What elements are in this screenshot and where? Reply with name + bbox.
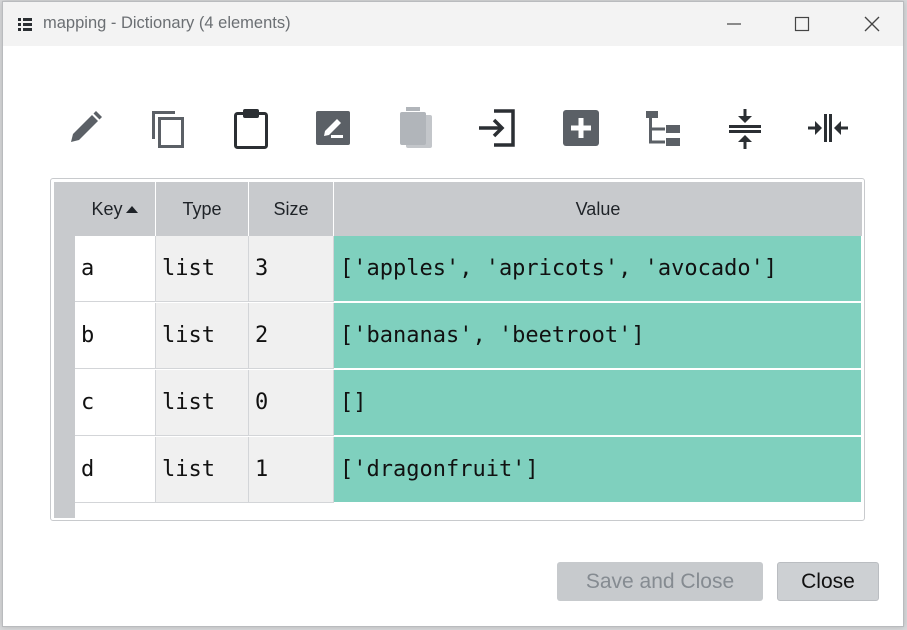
edit-pencil-icon (71, 111, 102, 142)
dictionary-editor-window: mapping - Dictionary (4 elements) Key Ty… (2, 1, 904, 627)
save-and-close-button: Save and Close (557, 562, 763, 601)
header-value[interactable]: Value (334, 182, 862, 236)
cell-type[interactable]: list (156, 236, 249, 302)
paste-clipboard-icon (234, 109, 268, 149)
cell-value[interactable]: ['dragonfruit'] (334, 437, 861, 503)
cell-type[interactable]: list (156, 437, 249, 503)
copy-button[interactable] (143, 102, 191, 154)
collapse-rows-button[interactable] (721, 102, 769, 154)
minimize-button[interactable] (699, 2, 769, 46)
cell-type[interactable]: list (156, 303, 249, 369)
dictionary-icon (18, 18, 32, 31)
header-type[interactable]: Type (156, 182, 249, 236)
minimize-icon (727, 23, 741, 25)
maximize-button[interactable] (767, 2, 837, 46)
close-icon (864, 16, 880, 32)
cell-size[interactable]: 1 (249, 437, 334, 503)
cell-value[interactable]: ['bananas', 'beetroot'] (334, 303, 861, 369)
cell-type[interactable]: list (156, 370, 249, 436)
edit-button[interactable] (61, 102, 109, 154)
title-bar[interactable]: mapping - Dictionary (4 elements) (3, 2, 903, 46)
rename-icon (316, 111, 350, 145)
cell-key[interactable]: b (75, 303, 156, 369)
hierarchy-icon (646, 111, 680, 146)
cell-value[interactable]: ['apples', 'apricots', 'avocado'] (334, 236, 861, 302)
dictionary-table: Key Type Size Value a list 3 ['apples', … (50, 178, 865, 521)
header-size[interactable]: Size (249, 182, 334, 236)
row-header-strip (54, 236, 75, 518)
sort-ascending-icon (125, 206, 138, 213)
rename-button[interactable] (309, 102, 357, 154)
copy-icon (152, 111, 184, 148)
cell-key[interactable]: d (75, 437, 156, 503)
collapse-rows-icon (729, 109, 761, 149)
close-button[interactable]: Close (777, 562, 879, 601)
collapse-columns-icon (808, 114, 848, 142)
window-title: mapping - Dictionary (4 elements) (43, 14, 291, 32)
header-key-label: Key (91, 198, 123, 219)
paste-button[interactable] (227, 102, 275, 154)
remove-button (391, 102, 439, 154)
cell-size[interactable]: 2 (249, 303, 334, 369)
cell-value[interactable]: [] (334, 370, 861, 436)
insert-icon (479, 109, 515, 147)
add-icon (563, 110, 599, 146)
cell-key[interactable]: c (75, 370, 156, 436)
maximize-icon (794, 16, 810, 32)
header-value-label: Value (575, 198, 621, 219)
remove-icon (400, 107, 432, 148)
close-window-button[interactable] (837, 2, 907, 46)
insert-button[interactable] (473, 102, 521, 154)
header-size-label: Size (273, 198, 309, 219)
cell-key[interactable]: a (75, 236, 156, 302)
cell-size[interactable]: 0 (249, 370, 334, 436)
add-button[interactable] (557, 102, 605, 154)
corner-header (54, 182, 75, 236)
hierarchy-button[interactable] (639, 102, 687, 154)
cell-size[interactable]: 3 (249, 236, 334, 302)
header-type-label: Type (182, 198, 222, 219)
toolbar (61, 102, 851, 154)
collapse-columns-button[interactable] (803, 102, 851, 154)
header-key[interactable]: Key (75, 182, 156, 236)
